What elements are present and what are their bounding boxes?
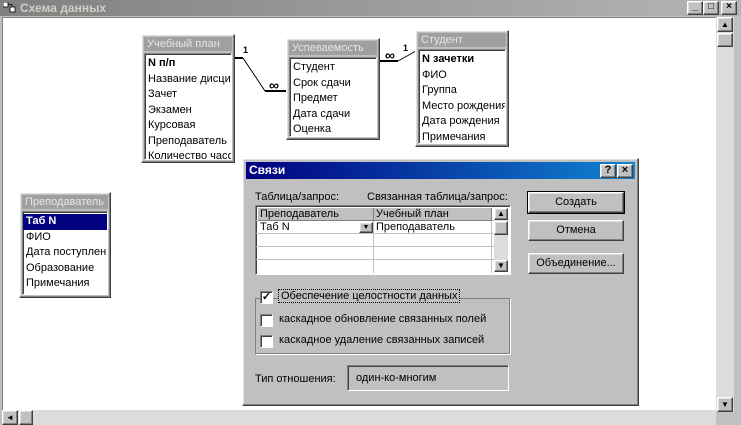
relation-many-marker: ∞ (385, 47, 395, 63)
grid-header-cell: Преподаватель (258, 208, 374, 221)
field-list[interactable]: N зачетки ФИО Группа Место рождения Дата… (418, 49, 506, 144)
field-item[interactable]: Количество часо (148, 149, 231, 159)
relationships-app-icon (3, 2, 16, 13)
window-titlebar[interactable]: Схема данных _ □ × (0, 0, 741, 16)
table-title[interactable]: Студент (418, 33, 506, 47)
create-button[interactable]: Создать (527, 191, 625, 214)
field-item[interactable]: Образование (26, 261, 104, 277)
horizontal-scroll-thumb[interactable] (19, 410, 33, 425)
field-item[interactable]: ФИО (422, 68, 502, 84)
field-item[interactable]: Группа (422, 83, 502, 99)
grid-row[interactable] (256, 247, 494, 260)
field-item[interactable]: Место рождения (422, 99, 505, 115)
field-item[interactable]: Примечания (26, 276, 104, 292)
chevron-down-icon[interactable]: ▼ (359, 222, 373, 233)
cascade-update-label[interactable]: каскадное обновление связанных полей (279, 313, 486, 325)
relation-many-marker: ∞ (269, 77, 279, 93)
close-button[interactable]: × (721, 1, 737, 15)
table-uspevaemost[interactable]: Успеваемость Студент Срок сдачи Предмет … (286, 38, 380, 140)
vertical-scroll-thumb[interactable] (717, 33, 733, 47)
minimize-button[interactable]: _ (687, 1, 703, 15)
grid-header-row: Преподаватель Учебный план (256, 208, 494, 221)
field-item[interactable]: Дата сдачи (293, 107, 373, 123)
grid-row[interactable] (256, 234, 494, 247)
grid-row[interactable]: Таб N ▼ Преподаватель (256, 221, 494, 234)
relation-type-label: Тип отношения: (255, 373, 336, 385)
dialog-title: Связи (249, 163, 286, 177)
field-item[interactable]: Преподаватель (148, 134, 228, 150)
field-item-selected[interactable]: Таб N (23, 214, 107, 230)
table-title[interactable]: Успеваемость (289, 41, 377, 55)
relation-one-marker: 1 (243, 45, 249, 55)
field-item[interactable]: Студент (293, 60, 373, 76)
grid-cell[interactable] (258, 260, 374, 273)
window-title: Схема данных (20, 1, 106, 15)
relation-fields-grid[interactable]: Преподаватель Учебный план Таб N ▼ Препо… (255, 205, 511, 275)
related-field-cell[interactable]: Преподаватель (374, 221, 492, 234)
field-item[interactable]: Примечания (422, 130, 502, 144)
grid-scroll-thumb[interactable] (494, 221, 508, 235)
field-item[interactable]: Экзамен (148, 103, 228, 119)
field-item[interactable]: ФИО (26, 230, 104, 246)
help-button[interactable]: ? (600, 164, 616, 178)
grid-row[interactable] (256, 260, 494, 273)
scroll-up-icon[interactable]: ▲ (494, 208, 508, 220)
grid-scrollbar[interactable]: ▲ ▼ (494, 208, 508, 272)
cancel-button[interactable]: Отмена (528, 220, 624, 241)
maximize-button[interactable]: □ (703, 1, 719, 15)
grid-cell[interactable] (258, 247, 374, 260)
table-uchebny-plan[interactable]: Учебный план N п/п Название дисци Зачет … (141, 34, 235, 163)
related-table-label: Связанная таблица/запрос: (367, 191, 508, 203)
table-title[interactable]: Учебный план (144, 37, 232, 51)
field-item[interactable]: Дата поступлен (26, 245, 106, 261)
field-item[interactable]: Предмет (293, 91, 373, 107)
table-student[interactable]: Студент N зачетки ФИО Группа Место рожде… (415, 30, 509, 147)
field-item[interactable]: Курсовая (148, 118, 228, 134)
dialog-close-button[interactable]: × (617, 164, 633, 178)
cascade-delete-checkbox[interactable] (260, 335, 273, 348)
grid-cell[interactable] (374, 247, 492, 260)
grid-cell[interactable] (374, 260, 492, 273)
relation-type-value: один-ко-многим (347, 365, 509, 391)
grid-cell[interactable] (374, 234, 492, 247)
grid-cell[interactable] (258, 234, 374, 247)
relations-dialog: Связи ? × Таблица/запрос: Связанная табл… (242, 158, 639, 406)
field-item[interactable]: N зачетки (422, 52, 502, 68)
scroll-up-icon[interactable]: ▲ (717, 17, 733, 32)
horizontal-scrollbar[interactable]: ◄ (2, 410, 716, 425)
scroll-left-icon[interactable]: ◄ (2, 410, 18, 425)
cascade-update-checkbox[interactable] (260, 314, 273, 327)
scroll-down-icon[interactable]: ▼ (717, 397, 733, 412)
relationships-window: Схема данных _ □ × 1 ∞ ∞ 1 Учебный план … (0, 0, 741, 425)
dialog-titlebar[interactable]: Связи ? × (246, 162, 635, 179)
field-item[interactable]: Название дисци (148, 72, 231, 88)
field-item[interactable]: Дата рождения (422, 114, 502, 130)
integrity-label[interactable]: Обеспечение целостности данных (277, 289, 461, 303)
primary-field-combo[interactable]: Таб N (258, 221, 374, 234)
integrity-checkbox[interactable]: ✓ (260, 291, 273, 304)
table-query-label: Таблица/запрос: (255, 191, 340, 203)
field-item[interactable]: Зачет (148, 87, 228, 103)
field-list[interactable]: N п/п Название дисци Зачет Экзамен Курсо… (144, 53, 232, 160)
field-list[interactable]: Таб N ФИО Дата поступлен Образование При… (22, 211, 108, 295)
relation-one-marker: 1 (403, 43, 409, 53)
scroll-down-icon[interactable]: ▼ (494, 260, 508, 272)
cascade-delete-label[interactable]: каскадное удаление связанных записей (279, 334, 484, 346)
field-list[interactable]: Студент Срок сдачи Предмет Дата сдачи Оц… (289, 57, 377, 137)
vertical-scrollbar[interactable]: ▲ ▼ (716, 17, 734, 412)
grid-header-cell: Учебный план (374, 208, 492, 221)
field-item[interactable]: Оценка (293, 122, 373, 136)
join-type-button[interactable]: Объединение... (528, 253, 624, 274)
table-prepodavatel[interactable]: Преподаватель Таб N ФИО Дата поступлен О… (19, 192, 111, 298)
table-title[interactable]: Преподаватель (22, 195, 108, 209)
field-item[interactable]: Срок сдачи (293, 76, 373, 92)
field-item[interactable]: N п/п (148, 56, 228, 72)
